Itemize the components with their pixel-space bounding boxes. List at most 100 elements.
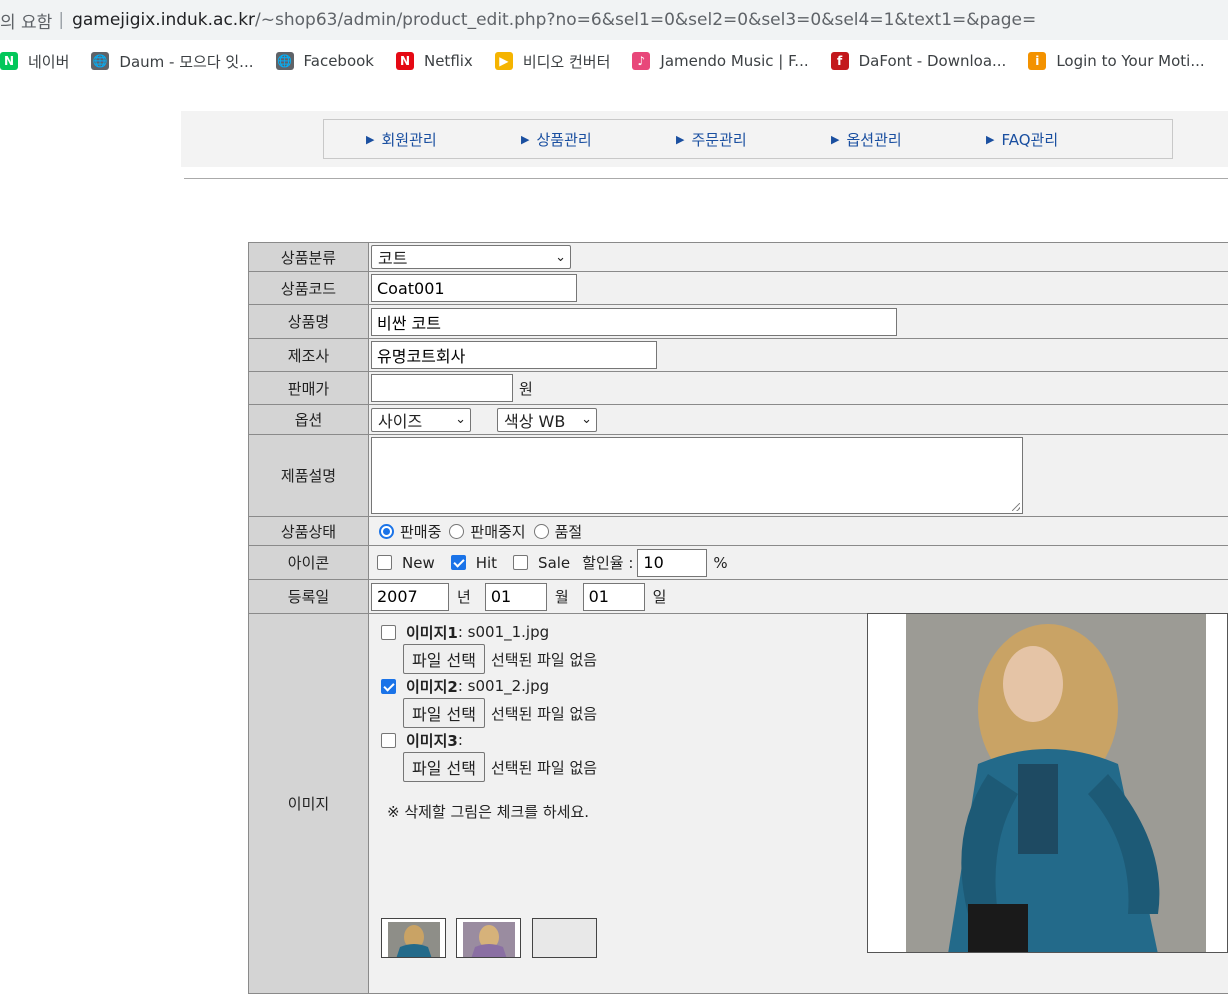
image1-file-status: 선택된 파일 없음	[490, 650, 598, 669]
maker-input[interactable]: 유명코트회사	[371, 341, 657, 369]
delete-note: ※ 삭제할 그림은 체크를 하세요.	[387, 802, 590, 821]
discount-label: 할인율 :	[582, 554, 634, 572]
image1-filename: : s001_1.jpg	[457, 623, 550, 641]
category-select-value: 코트	[378, 249, 408, 268]
url-host: gamejigix.induk.ac.kr	[72, 10, 256, 30]
chevron-down-icon: ⌄	[581, 412, 592, 427]
date-label: 등록일	[248, 579, 369, 614]
triangle-icon: ▶	[986, 132, 995, 146]
code-input[interactable]: Coat001	[371, 274, 577, 302]
price-unit: 원	[519, 379, 533, 398]
nav-item-members[interactable]: ▶ 회원관리	[324, 129, 479, 150]
image3-file-button[interactable]: 파일 선택	[403, 752, 485, 782]
image3-file-status: 선택된 파일 없음	[490, 758, 598, 777]
admin-nav: ▶ 회원관리 ▶ 상품관리 ▶ 주문관리 ▶ 옵션관리 ▶ FAQ관리	[323, 119, 1173, 159]
bookmark-label: 비디오 컨버터	[522, 52, 611, 71]
icon-hit-label: Hit	[475, 553, 498, 572]
bookmark-item[interactable]: ▶ 비디오 컨버터	[494, 46, 621, 76]
image2-filename: : s001_2.jpg	[457, 677, 550, 695]
nav-item-label: 상품관리	[536, 130, 592, 149]
image2-file-button[interactable]: 파일 선택	[403, 698, 485, 728]
icon-new-checkbox[interactable]	[377, 555, 392, 570]
icon-sale-label: Sale	[538, 553, 571, 572]
status-radio-selling[interactable]	[379, 523, 394, 539]
date-year-input[interactable]: 2007	[371, 582, 449, 611]
price-label: 판매가	[248, 371, 369, 405]
bookmarks-bar: N 네이버 🌐 Daum - 모으다 잇... 🌐 Facebook N Netflix ▶ 비디…	[0, 40, 1228, 82]
url-path: /~shop63/admin/product_edit.php?no=6&sel…	[255, 10, 1037, 30]
address-bar[interactable]: 의 요함 | gamejigix.induk.ac.kr /~shop63/ad…	[0, 0, 1228, 40]
discount-input[interactable]: 10	[637, 548, 708, 577]
code-label: 상품코드	[248, 271, 369, 305]
image3-title: 이미지3	[406, 731, 458, 750]
model-image	[906, 614, 1206, 952]
maker-label: 제조사	[248, 338, 369, 372]
status-label: 상품상태	[248, 516, 369, 546]
nav-item-faq[interactable]: ▶ FAQ관리	[944, 129, 1099, 150]
motion-icon: i	[1028, 52, 1047, 70]
naver-icon: N	[0, 52, 18, 70]
jamendo-icon: ♪	[632, 52, 651, 70]
globe-icon: 🌐	[91, 52, 110, 70]
bookmark-label: Facebook	[303, 52, 374, 70]
date-month-input[interactable]: 01	[484, 582, 547, 611]
globe-icon: 🌐	[275, 52, 294, 70]
date-day-input[interactable]: 01	[582, 582, 645, 611]
image-label: 이미지	[248, 613, 369, 994]
admin-nav-wrapper: ▶ 회원관리 ▶ 상품관리 ▶ 주문관리 ▶ 옵션관리 ▶ FAQ관리	[181, 111, 1228, 167]
status-option-label: 품절	[554, 522, 583, 541]
image2-file-status: 선택된 파일 없음	[490, 704, 598, 723]
thumbnail-3[interactable]	[532, 918, 597, 958]
image2-delete-checkbox[interactable]	[381, 678, 396, 694]
image1-delete-checkbox[interactable]	[381, 624, 396, 640]
thumbnail-2[interactable]	[456, 918, 521, 958]
triangle-icon: ▶	[831, 132, 840, 146]
chevron-down-icon: ⌄	[455, 412, 466, 427]
thumbnail-1[interactable]	[381, 918, 446, 958]
status-radio-stopped[interactable]	[449, 523, 465, 539]
thumbnail-1-image	[388, 922, 440, 957]
category-select[interactable]: 코트 ⌄	[371, 245, 571, 269]
price-input[interactable]	[371, 374, 513, 402]
bookmark-item[interactable]: N Netflix	[395, 46, 483, 76]
bookmark-item[interactable]: N 네이버	[0, 46, 79, 76]
icon-label: 아이콘	[248, 545, 369, 580]
icon-hit-checkbox[interactable]	[450, 555, 466, 570]
bookmark-item[interactable]: 🌐 Daum - 모으다 잇...	[91, 46, 263, 76]
bookmark-item[interactable]: f DaFont - Downloa...	[830, 46, 1017, 76]
date-month-unit: 월	[554, 588, 569, 606]
nav-item-options[interactable]: ▶ 옵션관리	[789, 129, 944, 150]
bookmark-item[interactable]: ♪ Jamendo Music | F...	[632, 46, 818, 76]
option-label: 옵션	[248, 404, 369, 435]
nav-item-orders[interactable]: ▶ 주문관리	[634, 129, 789, 150]
date-day-unit: 일	[652, 588, 667, 606]
bookmark-item[interactable]: i Login to Your Moti...	[1028, 46, 1214, 76]
nav-item-label: 주문관리	[691, 130, 747, 149]
status-radio-soldout[interactable]	[533, 523, 549, 539]
name-label: 상품명	[248, 304, 369, 339]
image2-title: 이미지2	[406, 677, 458, 696]
option-color-select[interactable]: 색상 WB ⌄	[497, 407, 597, 432]
dafont-icon: f	[830, 52, 849, 70]
bookmark-label: Netflix	[423, 52, 473, 70]
date-year-unit: 년	[457, 588, 471, 606]
divider	[184, 178, 1228, 179]
image1-file-button[interactable]: 파일 선택	[403, 644, 485, 674]
option-size-select[interactable]: 사이즈 ⌄	[371, 407, 471, 432]
description-textarea[interactable]	[371, 437, 1023, 514]
image3-filename: :	[457, 731, 463, 749]
chevron-down-icon: ⌄	[555, 249, 566, 265]
nav-item-products[interactable]: ▶ 상품관리	[479, 129, 634, 150]
discount-unit: %	[713, 553, 728, 572]
video-icon: ▶	[494, 52, 513, 70]
icon-sale-checkbox[interactable]	[513, 555, 529, 570]
netflix-icon: N	[395, 52, 414, 70]
bookmark-label: Login to Your Moti...	[1056, 52, 1205, 70]
bookmark-label: Daum - 모으다 잇...	[119, 52, 254, 71]
nav-item-label: 회원관리	[381, 130, 437, 149]
bookmark-item[interactable]: 🌐 Facebook	[275, 46, 384, 76]
security-indicator[interactable]: 의 요함	[0, 8, 52, 33]
resize-grip-icon[interactable]	[1012, 503, 1020, 511]
image3-delete-checkbox[interactable]	[381, 732, 396, 748]
name-input[interactable]: 비싼 코트	[371, 307, 897, 336]
